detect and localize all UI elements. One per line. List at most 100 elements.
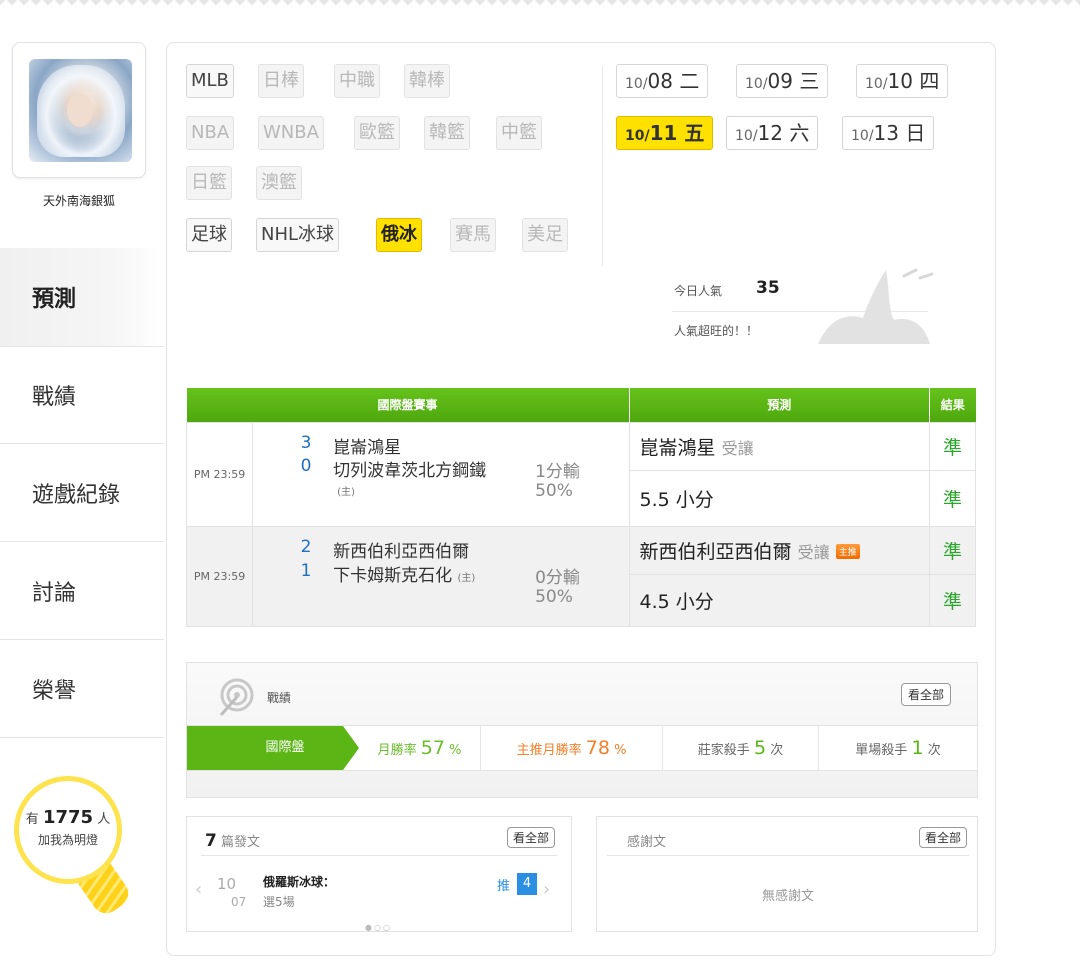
away-score: 3: [300, 432, 312, 453]
mascot-silhouette-icon: [818, 268, 934, 344]
table-header-result: 結果: [929, 388, 976, 422]
prediction-table: 國際盤賽事 預測 結果 PM 23:59 3 崑崙鴻星 0 切列波韋茨北方鋼鐵 …: [185, 388, 977, 627]
sport-chip-football[interactable]: 足球: [186, 218, 232, 252]
sidebar-item-label: 預測: [32, 287, 77, 312]
fans-prefix: 有: [25, 812, 39, 827]
posts-view-all-button[interactable]: 看全部: [506, 827, 555, 848]
post-title[interactable]: 俄羅斯冰球：: [263, 873, 335, 890]
push-count: 4: [517, 873, 537, 895]
date-chip-selected[interactable]: 10/11 五: [616, 116, 714, 150]
home-team: 下卡姆斯克石化 (主): [333, 561, 475, 586]
sport-chip-kr-basketball[interactable]: 韓籃: [424, 116, 470, 150]
date-day: 11: [649, 121, 678, 145]
date-day: 10: [887, 69, 913, 93]
thanks-view-all-button[interactable]: 看全部: [918, 827, 967, 848]
home-tag: (主): [457, 572, 476, 584]
sidebar-item-honor[interactable]: 榮譽: [0, 640, 164, 738]
date-weekday: 五: [684, 121, 705, 145]
date-chip[interactable]: 10/08 二: [616, 64, 709, 98]
date-month: 10/: [625, 76, 648, 92]
divider: [201, 855, 557, 856]
posts-box: 7 篇發文 看全部 ‹ 10 07 俄羅斯冰球： 選5場 推 4 › ●○○: [186, 816, 572, 932]
sport-chip-jp-baseball[interactable]: 日棒: [258, 64, 304, 98]
date-weekday: 三: [799, 69, 820, 93]
user-name[interactable]: 天外南海銀狐: [12, 192, 146, 209]
date-chip[interactable]: 10/10 四: [856, 64, 949, 98]
prediction-side: 崑崙鴻星 受讓: [628, 421, 930, 471]
fans-count-line: 有 1775 人: [19, 807, 117, 828]
sidebar-item-game-log[interactable]: 遊戲紀錄: [0, 444, 164, 542]
record-panel: 戰績 看全部 國際盤 月勝率 57 % 主推月勝率 78 % 莊家殺手 5 次 …: [186, 662, 978, 798]
date-weekday: 日: [905, 121, 926, 145]
monthly-value: 57: [420, 737, 445, 759]
date-month: 10/: [735, 128, 758, 144]
monthly-unit: %: [449, 743, 462, 758]
prediction-team: 崑崙鴻星: [639, 436, 716, 459]
posts-count: 7: [205, 831, 217, 851]
thanks-label: 感謝文: [627, 835, 667, 850]
date-day: 12: [757, 121, 783, 145]
result-correct: 準: [928, 469, 977, 527]
home-tag: (主): [337, 486, 355, 498]
record-category-label: 國際盤: [265, 740, 305, 755]
single-value: 1: [911, 737, 924, 759]
date-chip[interactable]: 10/12 六: [726, 116, 819, 150]
date-weekday: 四: [919, 69, 940, 93]
game-matchup: 3 崑崙鴻星 0 切列波韋茨北方鋼鐵 (主) 1分輸 50%: [252, 421, 630, 527]
date-month: 10/: [625, 128, 650, 144]
house-killer: 莊家殺手 5 次: [663, 726, 819, 770]
record-category[interactable]: 國際盤: [187, 726, 343, 770]
house-value: 5: [753, 737, 767, 759]
sport-chip-horse-racing[interactable]: 賽馬: [450, 218, 496, 252]
sidebar-item-record[interactable]: 戰績: [0, 346, 164, 444]
sport-chip-wnba[interactable]: WNBA: [258, 116, 324, 150]
posts-label: 篇發文: [220, 835, 260, 850]
next-arrow-icon[interactable]: ›: [543, 879, 550, 900]
single-killer: 單場殺手 1 次: [819, 726, 977, 770]
sport-chip-mlb[interactable]: MLB: [186, 64, 234, 98]
sport-chip-jp-basketball[interactable]: 日籃: [186, 166, 232, 200]
sport-chip-eu-basketball[interactable]: 歐籃: [354, 116, 400, 150]
home-score: 1: [300, 560, 312, 581]
fans-count: 1775: [42, 807, 94, 828]
sport-chip-nhl[interactable]: NHL冰球: [256, 218, 340, 252]
fans-suffix: 人: [97, 812, 111, 827]
popularity-count: 35: [756, 278, 780, 298]
record-view-all-button[interactable]: 看全部: [900, 683, 951, 706]
sport-chip-khl[interactable]: 俄冰: [376, 218, 422, 252]
game-time: PM 23:59: [185, 525, 254, 627]
home-team-name: 下卡姆斯克石化: [333, 565, 453, 586]
prediction-total: 5.5 小分: [628, 469, 930, 527]
avatar-card[interactable]: [12, 42, 146, 178]
pager-dots-icon[interactable]: ●○○: [365, 923, 392, 932]
sidebar-item-label: 榮譽: [32, 678, 77, 704]
sport-chip-nba[interactable]: NBA: [186, 116, 235, 150]
sport-chip-kr-baseball[interactable]: 韓棒: [404, 64, 450, 98]
date-chip[interactable]: 10/13 日: [842, 116, 935, 150]
handicap-pct: 50%: [535, 586, 573, 607]
fans-bulb[interactable]: 有 1775 人 加我為明燈: [14, 776, 122, 884]
monthly-label: 月勝率: [377, 743, 417, 758]
posts-header: 7 篇發文: [205, 831, 260, 851]
handicap: 1分輸: [535, 461, 580, 482]
sport-chip-us-football[interactable]: 美足: [522, 218, 568, 252]
divider: [602, 66, 603, 266]
sport-chip-cpbl[interactable]: 中職: [334, 64, 380, 98]
prediction-total: 4.5 小分: [628, 573, 930, 627]
single-unit: 次: [927, 743, 941, 758]
sport-chip-au-basketball[interactable]: 澳籃: [256, 166, 302, 200]
date-weekday: 二: [679, 69, 700, 93]
sidebar-item-label: 戰績: [32, 385, 77, 410]
sidebar-item-predict[interactable]: 預測: [0, 248, 164, 346]
house-label: 莊家殺手: [697, 743, 750, 758]
date-chip[interactable]: 10/09 三: [736, 64, 829, 98]
post-day: 07: [231, 895, 247, 909]
avatar[interactable]: [29, 59, 132, 162]
date-month: 10/: [865, 76, 888, 92]
prev-arrow-icon[interactable]: ‹: [195, 879, 202, 900]
target-icon: [219, 678, 254, 716]
sidebar-item-discussion[interactable]: 討論: [0, 542, 164, 640]
sport-chip-cn-basketball[interactable]: 中籃: [496, 116, 542, 150]
popularity-note: 人氣超旺的！！: [674, 324, 759, 338]
single-label: 單場殺手: [855, 743, 908, 758]
